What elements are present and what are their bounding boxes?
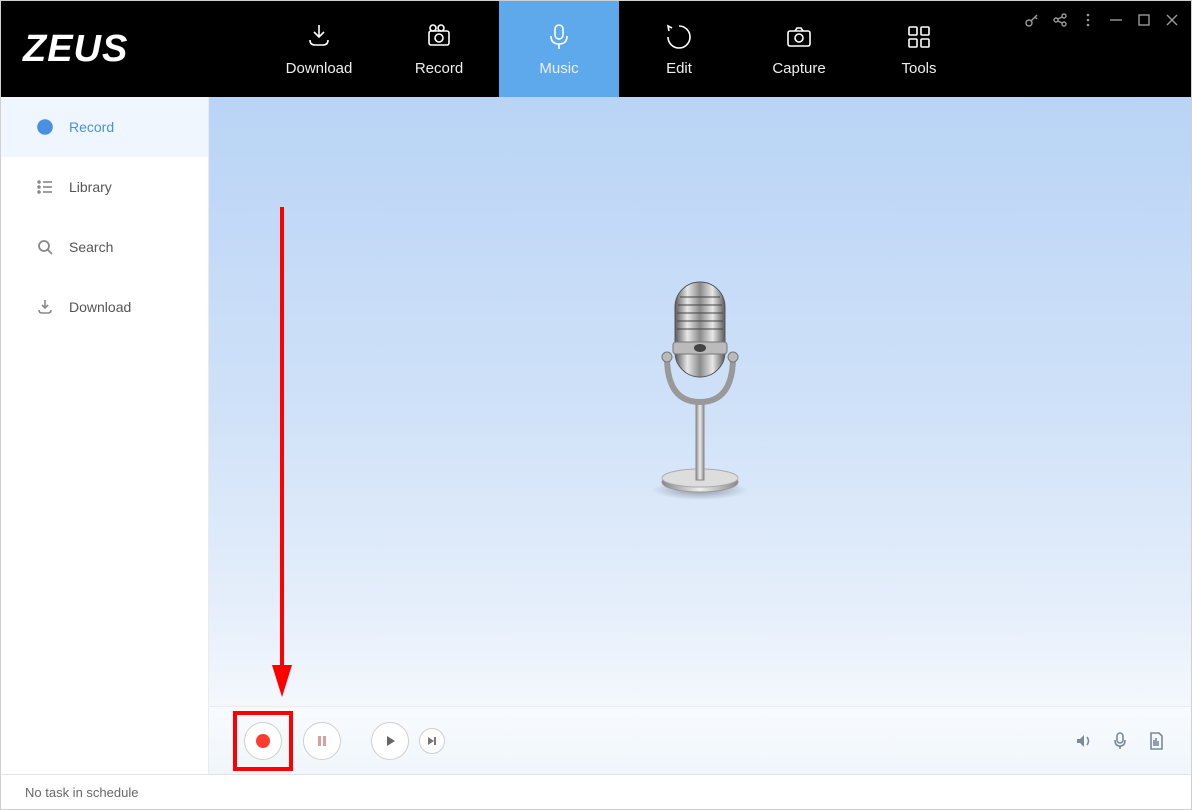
annotation-arrow xyxy=(272,207,292,697)
sidebar-item-library[interactable]: Library xyxy=(1,157,208,217)
sidebar-item-download[interactable]: Download xyxy=(1,277,208,337)
next-icon xyxy=(427,736,437,746)
tab-tools[interactable]: Tools xyxy=(859,1,979,97)
app-logo: ZEUS xyxy=(1,1,211,97)
key-icon[interactable] xyxy=(1023,11,1041,29)
status-text: No task in schedule xyxy=(25,785,138,800)
main-tabs: Download Record Music xyxy=(259,1,979,97)
sidebar-item-search[interactable]: Search xyxy=(1,217,208,277)
topbar: ZEUS Download Record xyxy=(1,1,1191,97)
tab-music[interactable]: Music xyxy=(499,1,619,97)
close-icon[interactable] xyxy=(1163,11,1181,29)
tab-record[interactable]: Record xyxy=(379,1,499,97)
tab-label: Edit xyxy=(666,60,692,77)
download-icon xyxy=(304,22,334,52)
tab-capture[interactable]: Capture xyxy=(739,1,859,97)
settings-file-icon[interactable] xyxy=(1145,730,1167,752)
playback-controls xyxy=(233,711,445,771)
minimize-icon[interactable] xyxy=(1107,11,1125,29)
radio-icon xyxy=(35,117,55,137)
music-icon xyxy=(544,22,574,52)
window-controls xyxy=(1023,11,1181,29)
sidebar-item-record[interactable]: Record xyxy=(1,97,208,157)
tab-download[interactable]: Download xyxy=(259,1,379,97)
menu-dots-icon[interactable] xyxy=(1079,11,1097,29)
capture-icon xyxy=(784,22,814,52)
play-button[interactable] xyxy=(371,722,409,760)
tools-icon xyxy=(904,22,934,52)
volume-icon[interactable] xyxy=(1073,730,1095,752)
main: Record Library Search Download xyxy=(1,97,1191,774)
controls-bar xyxy=(209,706,1191,774)
record-button[interactable] xyxy=(244,722,282,760)
sidebar: Record Library Search Download xyxy=(1,97,209,774)
status-bar: No task in schedule xyxy=(1,774,1191,810)
list-icon xyxy=(35,177,55,197)
tab-label: Music xyxy=(539,60,578,77)
sidebar-item-label: Download xyxy=(69,299,131,315)
sidebar-item-label: Library xyxy=(69,179,112,195)
pause-icon xyxy=(315,734,329,748)
audio-source-icon[interactable] xyxy=(1109,730,1131,752)
tab-edit[interactable]: Edit xyxy=(619,1,739,97)
download-small-icon xyxy=(35,297,55,317)
tab-label: Download xyxy=(286,60,353,77)
tab-label: Tools xyxy=(901,60,936,77)
next-button[interactable] xyxy=(419,728,445,754)
edit-icon xyxy=(664,22,694,52)
tab-label: Record xyxy=(415,60,463,77)
recording-canvas xyxy=(209,97,1191,706)
microphone-illustration xyxy=(625,272,775,492)
sidebar-item-label: Search xyxy=(69,239,113,255)
record-icon xyxy=(424,22,454,52)
record-dot-icon xyxy=(256,734,270,748)
content xyxy=(209,97,1191,774)
search-icon xyxy=(35,237,55,257)
annotation-highlight-box xyxy=(233,711,293,771)
play-icon xyxy=(383,734,397,748)
share-icon[interactable] xyxy=(1051,11,1069,29)
pause-button[interactable] xyxy=(303,722,341,760)
right-tools xyxy=(1073,730,1167,752)
tab-label: Capture xyxy=(772,60,825,77)
sidebar-item-label: Record xyxy=(69,119,114,135)
maximize-icon[interactable] xyxy=(1135,11,1153,29)
